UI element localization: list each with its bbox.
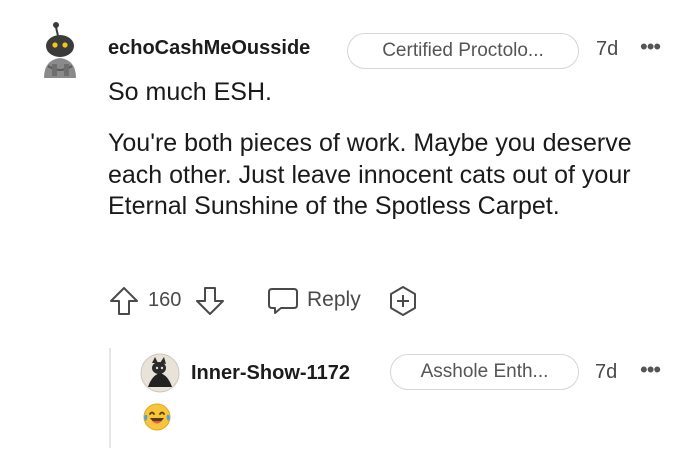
reply-user-flair: Asshole Enth...: [390, 354, 579, 390]
reply-user-flair-text: Asshole Enth...: [420, 361, 549, 382]
upvote-arrow-icon[interactable]: [108, 285, 140, 317]
reply-username[interactable]: Inner-Show-1172: [191, 362, 350, 385]
user-flair: Certified Proctolo...: [347, 33, 579, 69]
downvote-arrow-icon[interactable]: [194, 285, 226, 317]
reply-timestamp[interactable]: 7d: [595, 361, 617, 384]
more-options-icon[interactable]: •••: [640, 34, 661, 60]
user-flair-text: Certified Proctolo...: [382, 40, 544, 61]
award-plus-icon[interactable]: [386, 284, 420, 318]
reply-label[interactable]: Reply: [307, 288, 361, 312]
reply-button[interactable]: [266, 283, 300, 317]
vote-count: 160: [148, 289, 182, 311]
comment-body-paragraph: You're both pieces of work. Maybe you de…: [108, 129, 632, 220]
snoo-avatar-icon[interactable]: [34, 20, 84, 80]
laughing-tears-emoji-icon: [142, 402, 172, 432]
timestamp[interactable]: 7d: [596, 38, 618, 61]
thread-line[interactable]: [109, 348, 111, 448]
speech-bubble-icon: [268, 288, 298, 314]
user-avatar-icon[interactable]: [140, 353, 180, 393]
comment-body-line: So much ESH.: [108, 78, 272, 106]
username[interactable]: echoCashMeOusside: [108, 37, 310, 60]
reply-more-options-icon[interactable]: •••: [640, 357, 661, 383]
